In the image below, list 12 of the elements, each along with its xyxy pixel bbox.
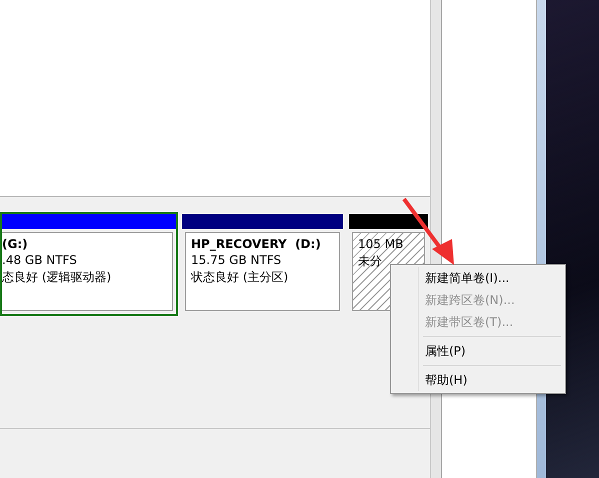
partition-name: HP_RECOVERY (D:) bbox=[191, 237, 322, 251]
partition-name: (G:) bbox=[2, 237, 29, 251]
partition-size: 105 MB bbox=[358, 237, 404, 251]
menu-item[interactable]: 新建简单卷(I)... bbox=[393, 267, 563, 289]
partition-status: 态良好 (逻辑驱动器) bbox=[2, 269, 112, 286]
menu-item[interactable]: 属性(P) bbox=[393, 340, 563, 362]
partition-block[interactable]: (G:) .48 GB NTFS 态良好 (逻辑驱动器) bbox=[0, 212, 178, 316]
menu-item[interactable]: 帮助(H) bbox=[393, 369, 563, 391]
partition-status: 未分 bbox=[358, 253, 383, 270]
partition-size: .48 GB NTFS bbox=[2, 253, 78, 267]
partition-status: 状态良好 (主分区) bbox=[191, 269, 290, 286]
partition-size: 15.75 GB NTFS bbox=[191, 253, 282, 267]
